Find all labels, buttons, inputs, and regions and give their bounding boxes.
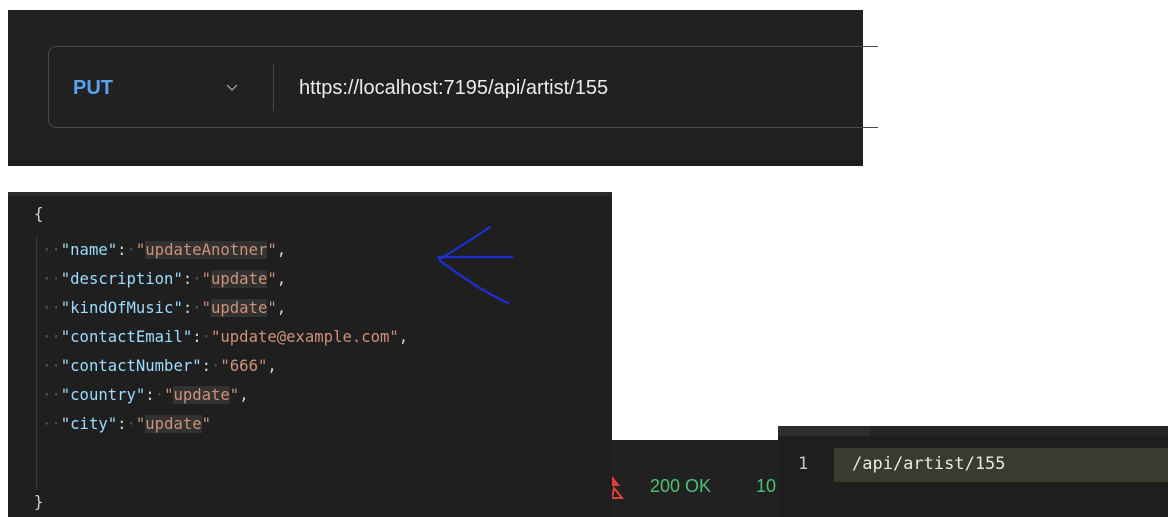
json-key: city (70, 415, 108, 433)
json-key: country (70, 386, 136, 404)
json-body-editor[interactable]: { ··"name":·"updateAnotner", ··"descript… (8, 192, 612, 517)
json-key: contactEmail (70, 328, 183, 346)
json-close-brace: } (34, 493, 44, 511)
json-value: 666 (229, 357, 258, 375)
request-panel-footer (8, 160, 863, 166)
json-line-city: ··"city":·"update" (42, 415, 212, 433)
json-comma: , (276, 270, 287, 288)
status-code: 200 OK (650, 476, 712, 496)
json-value: update (211, 299, 268, 317)
request-panel: PUT (8, 10, 878, 166)
json-comma: , (276, 241, 287, 259)
method-select[interactable]: PUT (49, 47, 273, 127)
method-divider (273, 64, 274, 111)
editor-tab[interactable] (778, 426, 870, 436)
response-status-bar: 200 OK 10 (612, 440, 778, 517)
url-input[interactable] (299, 75, 859, 101)
request-bar: PUT (48, 46, 878, 128)
json-comma: , (276, 299, 287, 317)
method-label: PUT (73, 77, 113, 99)
json-line-kindofmusic: ··"kindOfMusic":·"update", (42, 299, 287, 317)
annotation-arrow-icon (436, 225, 514, 305)
json-key: contactNumber (70, 357, 193, 375)
json-value: update (145, 415, 202, 433)
indent-guide (36, 236, 37, 490)
json-key: kindOfMusic (70, 299, 174, 317)
response-time: 10 (756, 476, 777, 496)
json-comma: , (267, 357, 277, 375)
json-line-contactnumber: ··"contactNumber":·"666", (42, 357, 277, 375)
chevron-down-icon (226, 84, 238, 91)
json-value: update (211, 270, 268, 288)
json-value: update@example.com (220, 328, 390, 346)
json-open-brace: { (34, 205, 44, 223)
json-key: description (70, 270, 174, 288)
warning-icon (612, 476, 624, 499)
line-number: 1 (798, 454, 809, 474)
json-line-contactemail: ··"contactEmail":·"update@example.com", (42, 328, 409, 346)
path-editor[interactable]: 1 /api/artist/155 (778, 426, 1168, 517)
json-line-description: ··"description":·"update", (42, 270, 287, 288)
json-key: name (70, 241, 108, 259)
json-line-country: ··"country":·"update", (42, 386, 249, 404)
path-text[interactable]: /api/artist/155 (852, 454, 1006, 474)
json-value: update (173, 386, 230, 404)
json-value: updateAnotner (145, 241, 268, 259)
editor-tab-bar (870, 426, 1168, 436)
json-comma: , (398, 328, 409, 346)
json-line-name: ··"name":·"updateAnotner", (42, 241, 287, 259)
editor-top-border (8, 192, 612, 196)
json-comma: , (239, 386, 249, 404)
